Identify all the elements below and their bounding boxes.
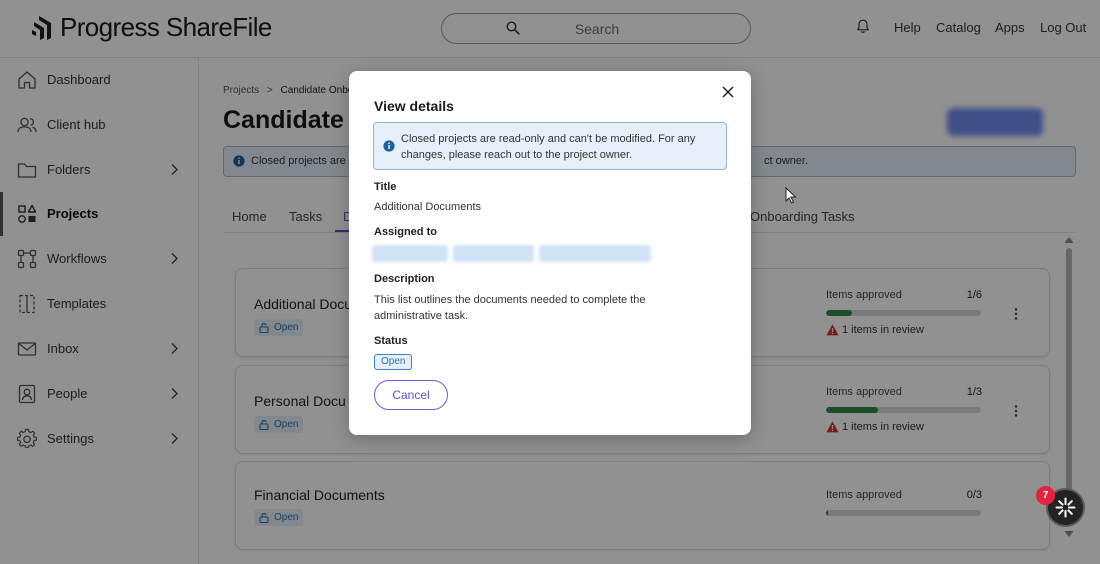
title-field-label: Title: [374, 181, 397, 193]
assignee-chip: [539, 245, 651, 262]
view-details-dialog: View details Closed projects are read-on…: [349, 71, 751, 435]
assigned-to-label: Assigned to: [374, 226, 437, 238]
close-icon[interactable]: [720, 84, 736, 100]
dialog-title: View details: [374, 98, 454, 114]
assignee-chip: [372, 245, 448, 262]
description-label: Description: [374, 273, 435, 285]
description-value: This list outlines the documents needed …: [374, 294, 646, 322]
read-only-notice-text: Closed projects are read-only and can't …: [401, 133, 696, 161]
sparkle-icon: [1055, 497, 1076, 518]
assignee-chip: [453, 245, 534, 262]
info-icon: [383, 140, 395, 152]
mouse-cursor-icon: [785, 187, 797, 204]
cancel-button[interactable]: Cancel: [374, 380, 448, 410]
status-label: Status: [374, 335, 408, 347]
title-field-value: Additional Documents: [374, 201, 482, 213]
notification-count-badge: 7: [1036, 486, 1055, 505]
status-badge: Open: [374, 354, 413, 370]
read-only-notice: Closed projects are read-only and can't …: [373, 122, 727, 170]
